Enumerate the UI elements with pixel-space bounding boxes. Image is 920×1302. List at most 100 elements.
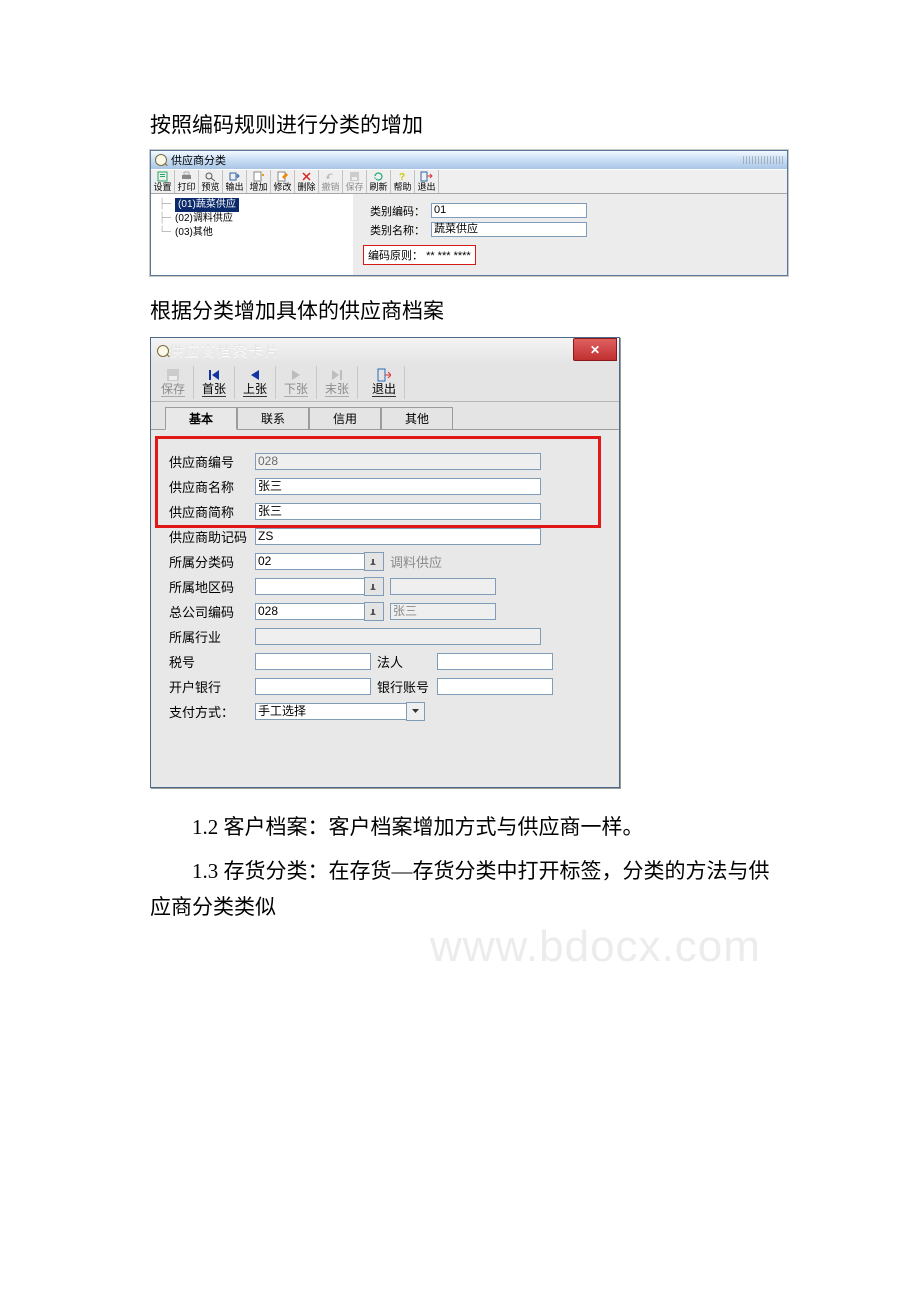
category-picker-button[interactable]: [364, 552, 384, 571]
tax-label: 税号: [169, 652, 255, 671]
window-titlebar: 供应商档案卡片 ✕: [151, 338, 619, 364]
refresh-icon: [372, 171, 385, 182]
tax-input[interactable]: [255, 653, 371, 670]
undo-icon: [324, 171, 337, 182]
window-title: 供应商档案卡片: [169, 341, 281, 361]
supplier-code-input: 028: [255, 453, 541, 470]
tab-credit[interactable]: 信用: [309, 407, 381, 430]
save-icon: [166, 368, 180, 382]
picker-icon: [368, 606, 380, 618]
supplier-name-label: 供应商名称: [169, 477, 255, 496]
area-picker-button[interactable]: [364, 577, 384, 596]
hq-picker-button[interactable]: [364, 602, 384, 621]
watermark-text: www.bdocx.com: [430, 922, 761, 972]
toolbar-save-button[interactable]: 保存: [343, 170, 367, 193]
detail-panel: 类别编码： 01 类别名称： 蔬菜供应 编码原则： ** *** ****: [353, 194, 787, 275]
paragraph-2: 根据分类增加具体的供应商档案: [150, 294, 770, 330]
last-icon: [330, 368, 344, 382]
toolbar-settings-button[interactable]: 设置: [151, 170, 175, 193]
toolbar-preview-button[interactable]: 预览: [199, 170, 223, 193]
drag-handle-icon: [743, 156, 783, 164]
tree-branch-icon: └─: [159, 226, 171, 240]
legal-input[interactable]: [437, 653, 553, 670]
supplier-code-label: 供应商编号: [169, 452, 255, 471]
tree-node[interactable]: └─ (03)其他: [159, 226, 349, 240]
toolbar-refresh-button[interactable]: 刷新: [367, 170, 391, 193]
add-icon: [252, 171, 265, 182]
area-code-input[interactable]: [255, 578, 365, 595]
edit-icon: [276, 171, 289, 182]
toolbar-export-button[interactable]: 输出: [223, 170, 247, 193]
toolbar: 设置 打印 预览 输出 增加 修改: [151, 169, 787, 194]
basic-form: 供应商编号 028 供应商名称 张三 供应商简称 张三 供应商助记码 ZS 所属…: [151, 429, 619, 787]
hq-code-input[interactable]: 028: [255, 603, 365, 620]
supplier-classification-window: 供应商分类 设置 打印 预览 输出 增加: [150, 150, 788, 276]
toolbar-help-button[interactable]: ? 帮助: [391, 170, 415, 193]
prev-icon: [248, 368, 262, 382]
window-title: 供应商分类: [171, 152, 226, 168]
tree-branch-icon: ├─: [159, 212, 171, 226]
tab-contact[interactable]: 联系: [237, 407, 309, 430]
nav-next-button[interactable]: 下张: [276, 366, 317, 399]
hq-code-label: 总公司编码: [169, 602, 255, 621]
category-name-input[interactable]: 蔬菜供应: [431, 222, 587, 237]
nav-exit-button[interactable]: 退出: [364, 366, 405, 399]
close-icon: ✕: [590, 343, 600, 357]
toolbar-undo-button[interactable]: 撤销: [319, 170, 343, 193]
toolbar-print-button[interactable]: 打印: [175, 170, 199, 193]
tree-branch-icon: ├─: [159, 198, 171, 212]
paymode-label: 支付方式：: [169, 702, 255, 721]
preview-icon: [204, 171, 217, 182]
supplier-name-input[interactable]: 张三: [255, 478, 541, 495]
category-code-input[interactable]: 02: [255, 553, 365, 570]
bank-input[interactable]: [255, 678, 371, 695]
tab-bar: 基本 联系 信用 其他: [151, 402, 619, 429]
toolbar-edit-button[interactable]: 修改: [271, 170, 295, 193]
supplier-short-input[interactable]: 张三: [255, 503, 541, 520]
nav-last-button[interactable]: 末张: [317, 366, 358, 399]
toolbar-delete-button[interactable]: 删除: [295, 170, 319, 193]
first-icon: [207, 368, 221, 382]
export-icon: [228, 171, 241, 182]
supplier-card-window: 供应商档案卡片 ✕ 保存 首张: [150, 337, 620, 788]
paragraph-4: 1.3 存货分类：在存货—存货分类中打开标签，分类的方法与供应商分类类似: [150, 854, 770, 925]
close-button[interactable]: ✕: [573, 338, 617, 361]
toolbar-exit-button[interactable]: 退出: [415, 170, 439, 193]
nav-save-button[interactable]: 保存: [153, 366, 194, 399]
category-code-label: 类别编码：: [363, 203, 425, 219]
industry-input: [255, 628, 541, 645]
supplier-short-label: 供应商简称: [169, 502, 255, 521]
help-icon: ?: [396, 171, 409, 182]
supplier-mnemonic-input[interactable]: ZS: [255, 528, 541, 545]
paymode-dropdown-button[interactable]: [406, 702, 425, 721]
tree-node[interactable]: ├─ (01)蔬菜供应: [159, 198, 349, 212]
category-name-label: 类别名称：: [363, 222, 425, 238]
picker-icon: [368, 556, 380, 568]
picker-icon: [368, 581, 380, 593]
bank-account-label: 银行账号: [377, 677, 437, 696]
magnifier-icon: [157, 345, 169, 357]
tab-other[interactable]: 其他: [381, 407, 453, 430]
paragraph-3: 1.2 客户档案：客户档案增加方式与供应商一样。: [150, 810, 770, 846]
area-name-display: [390, 578, 496, 595]
nav-first-button[interactable]: 首张: [194, 366, 235, 399]
bank-account-input[interactable]: [437, 678, 553, 695]
settings-icon: [156, 171, 169, 182]
svg-text:?: ?: [399, 172, 405, 182]
toolbar-add-button[interactable]: 增加: [247, 170, 271, 193]
industry-label: 所属行业: [169, 627, 255, 646]
tab-basic[interactable]: 基本: [165, 407, 237, 430]
area-code-label: 所属地区码: [169, 577, 255, 596]
magnifier-icon: [155, 154, 167, 166]
chevron-down-icon: [411, 707, 420, 716]
category-name-display: 调料供应: [390, 552, 450, 571]
category-tree[interactable]: ├─ (01)蔬菜供应 ├─ (02)调料供应 └─ (03)其他: [151, 194, 353, 275]
print-icon: [180, 171, 193, 182]
tree-node[interactable]: ├─ (02)调料供应: [159, 212, 349, 226]
nav-prev-button[interactable]: 上张: [235, 366, 276, 399]
nav-toolbar: 保存 首张 上张 下张: [151, 364, 619, 402]
paymode-select[interactable]: 手工选择: [255, 703, 407, 720]
category-code-input[interactable]: 01: [431, 203, 587, 218]
hq-name-display: 张三: [390, 603, 496, 620]
paragraph-1: 按照编码规则进行分类的增加: [150, 108, 770, 144]
